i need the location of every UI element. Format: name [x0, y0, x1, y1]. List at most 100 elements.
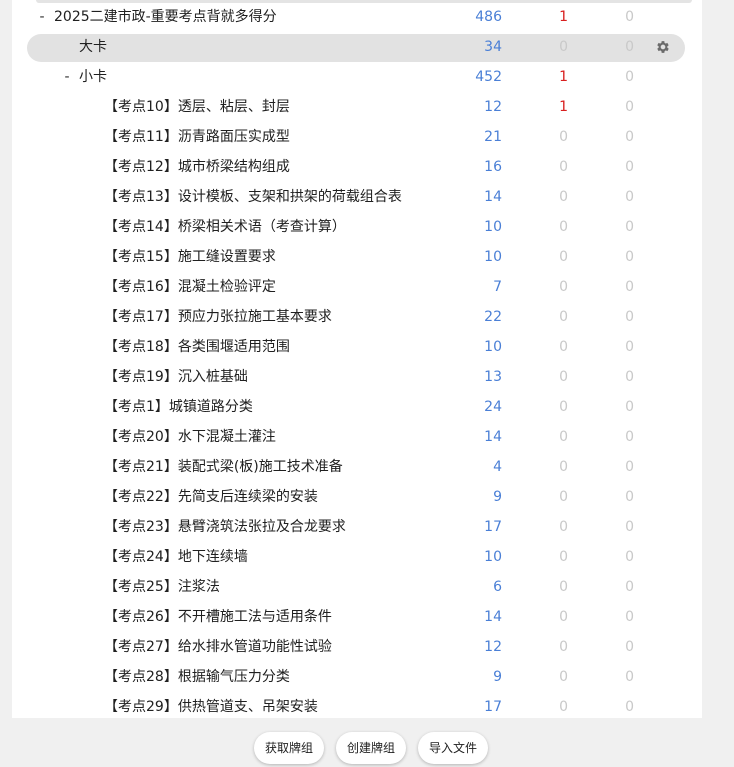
- deck-name[interactable]: 大卡: [79, 38, 107, 56]
- import-file-button[interactable]: 导入文件: [418, 732, 489, 764]
- due-count: 0: [625, 459, 634, 475]
- new-count: 14: [484, 609, 502, 625]
- deck-name[interactable]: 【考点23】悬臂浇筑法张拉及合龙要求: [104, 518, 346, 536]
- deck-name[interactable]: 【考点1】城镇道路分类: [104, 398, 253, 416]
- learn-count: 1: [559, 99, 568, 115]
- deck-name[interactable]: 【考点13】设计模板、支架和拱架的荷载组合表: [104, 188, 402, 206]
- due-count: 0: [625, 69, 634, 85]
- create-deck-button[interactable]: 创建牌组: [336, 732, 407, 764]
- deck-name[interactable]: 【考点25】注浆法: [104, 578, 220, 596]
- deck-row[interactable]: 【考点1】城镇道路分类 24 0 0: [12, 392, 702, 422]
- due-count: 0: [625, 159, 634, 175]
- deck-name[interactable]: 【考点26】不开槽施工法与适用条件: [104, 608, 332, 626]
- due-count: 0: [625, 369, 634, 385]
- learn-count: 0: [559, 549, 568, 565]
- learn-count: 0: [559, 249, 568, 265]
- collapse-toggle[interactable]: -: [36, 8, 48, 26]
- new-count: 14: [484, 189, 502, 205]
- deck-row[interactable]: 【考点23】悬臂浇筑法张拉及合龙要求 17 0 0: [12, 512, 702, 542]
- deck-row[interactable]: 【考点19】沉入桩基础 13 0 0: [12, 362, 702, 392]
- new-count: 10: [484, 219, 502, 235]
- deck-row[interactable]: 【考点13】设计模板、支架和拱架的荷载组合表 14 0 0: [12, 182, 702, 212]
- scroll-area-edge: [702, 0, 734, 718]
- deck-row[interactable]: 【考点12】城市桥梁结构组成 16 0 0: [12, 152, 702, 182]
- deck-name[interactable]: 小卡: [79, 68, 107, 86]
- deck-name[interactable]: 【考点14】桥梁相关术语（考查计算）: [104, 218, 346, 236]
- new-count: 486: [475, 9, 502, 25]
- collapse-toggle[interactable]: -: [61, 68, 73, 86]
- learn-count: 0: [559, 699, 568, 715]
- gear-icon[interactable]: [655, 39, 671, 55]
- new-count: 17: [484, 519, 502, 535]
- deck-row[interactable]: 【考点14】桥梁相关术语（考查计算） 10 0 0: [12, 212, 702, 242]
- deck-name[interactable]: 【考点29】供热管道支、吊架安装: [104, 698, 318, 716]
- new-count: 10: [484, 249, 502, 265]
- deck-name[interactable]: 【考点16】混凝土检验评定: [104, 278, 276, 296]
- deck-row[interactable]: 【考点22】先简支后连续梁的安装 9 0 0: [12, 482, 702, 512]
- selection-highlight: [27, 34, 685, 62]
- deck-name[interactable]: 【考点20】水下混凝土灌注: [104, 428, 276, 446]
- new-count: 14: [484, 429, 502, 445]
- deck-row[interactable]: 【考点25】注浆法 6 0 0: [12, 572, 702, 602]
- deck-name[interactable]: 【考点11】沥青路面压实成型: [104, 128, 290, 146]
- new-count: 10: [484, 549, 502, 565]
- deck-name[interactable]: 【考点28】根据输气压力分类: [104, 668, 290, 686]
- due-count: 0: [625, 39, 634, 55]
- deck-row[interactable]: 【考点15】施工缝设置要求 10 0 0: [12, 242, 702, 272]
- due-count: 0: [625, 189, 634, 205]
- deck-list-panel: - 2025二建市政-重要考点背就多得分 486 1 0 大卡 34 0 0 -…: [12, 0, 702, 718]
- deck-row[interactable]: 【考点20】水下混凝土灌注 14 0 0: [12, 422, 702, 452]
- learn-count: 0: [559, 219, 568, 235]
- deck-name[interactable]: 【考点27】给水排水管道功能性试验: [104, 638, 332, 656]
- new-count: 24: [484, 399, 502, 415]
- new-count: 6: [493, 579, 502, 595]
- deck-name[interactable]: 【考点19】沉入桩基础: [104, 368, 248, 386]
- deck-row[interactable]: 【考点29】供热管道支、吊架安装 17 0 0: [12, 692, 702, 718]
- new-count: 10: [484, 339, 502, 355]
- get-shared-button[interactable]: 获取牌组: [254, 732, 325, 764]
- new-count: 17: [484, 699, 502, 715]
- deck-name[interactable]: 【考点24】地下连续墙: [104, 548, 248, 566]
- due-count: 0: [625, 579, 634, 595]
- learn-count: 0: [559, 339, 568, 355]
- learn-count: 0: [559, 579, 568, 595]
- deck-name[interactable]: 【考点15】施工缝设置要求: [104, 248, 276, 266]
- deck-row[interactable]: 【考点16】混凝土检验评定 7 0 0: [12, 272, 702, 302]
- deck-row[interactable]: 【考点18】各类围堰适用范围 10 0 0: [12, 332, 702, 362]
- due-count: 0: [625, 219, 634, 235]
- deck-row[interactable]: 【考点26】不开槽施工法与适用条件 14 0 0: [12, 602, 702, 632]
- learn-count: 0: [559, 609, 568, 625]
- new-count: 452: [475, 69, 502, 85]
- due-count: 0: [625, 99, 634, 115]
- deck-name[interactable]: 【考点10】透层、粘层、封层: [104, 98, 290, 116]
- deck-name[interactable]: 【考点12】城市桥梁结构组成: [104, 158, 290, 176]
- new-count: 16: [484, 159, 502, 175]
- deck-row[interactable]: - 小卡 452 1 0: [12, 62, 702, 92]
- deck-row[interactable]: 【考点28】根据输气压力分类 9 0 0: [12, 662, 702, 692]
- due-count: 0: [625, 549, 634, 565]
- due-count: 0: [625, 699, 634, 715]
- deck-name[interactable]: 2025二建市政-重要考点背就多得分: [54, 8, 277, 26]
- learn-count: 0: [559, 429, 568, 445]
- new-count: 12: [484, 99, 502, 115]
- new-count: 22: [484, 309, 502, 325]
- learn-count: 0: [559, 459, 568, 475]
- deck-row[interactable]: 【考点21】装配式梁(板)施工技术准备 4 0 0: [12, 452, 702, 482]
- deck-name[interactable]: 【考点17】预应力张拉施工基本要求: [104, 308, 332, 326]
- new-count: 9: [493, 669, 502, 685]
- deck-row-selected[interactable]: 大卡 34 0 0: [12, 32, 702, 62]
- due-count: 0: [625, 429, 634, 445]
- deck-name[interactable]: 【考点22】先简支后连续梁的安装: [104, 488, 318, 506]
- deck-row[interactable]: 【考点24】地下连续墙 10 0 0: [12, 542, 702, 572]
- deck-row[interactable]: 【考点17】预应力张拉施工基本要求 22 0 0: [12, 302, 702, 332]
- due-count: 0: [625, 399, 634, 415]
- due-count: 0: [625, 249, 634, 265]
- deck-row[interactable]: 【考点11】沥青路面压实成型 21 0 0: [12, 122, 702, 152]
- learn-count: 0: [559, 189, 568, 205]
- deck-name[interactable]: 【考点18】各类围堰适用范围: [104, 338, 290, 356]
- deck-name[interactable]: 【考点21】装配式梁(板)施工技术准备: [104, 458, 343, 476]
- learn-count: 0: [559, 39, 568, 55]
- deck-row[interactable]: - 2025二建市政-重要考点背就多得分 486 1 0: [12, 2, 702, 32]
- deck-row[interactable]: 【考点10】透层、粘层、封层 12 1 0: [12, 92, 702, 122]
- deck-row[interactable]: 【考点27】给水排水管道功能性试验 12 0 0: [12, 632, 702, 662]
